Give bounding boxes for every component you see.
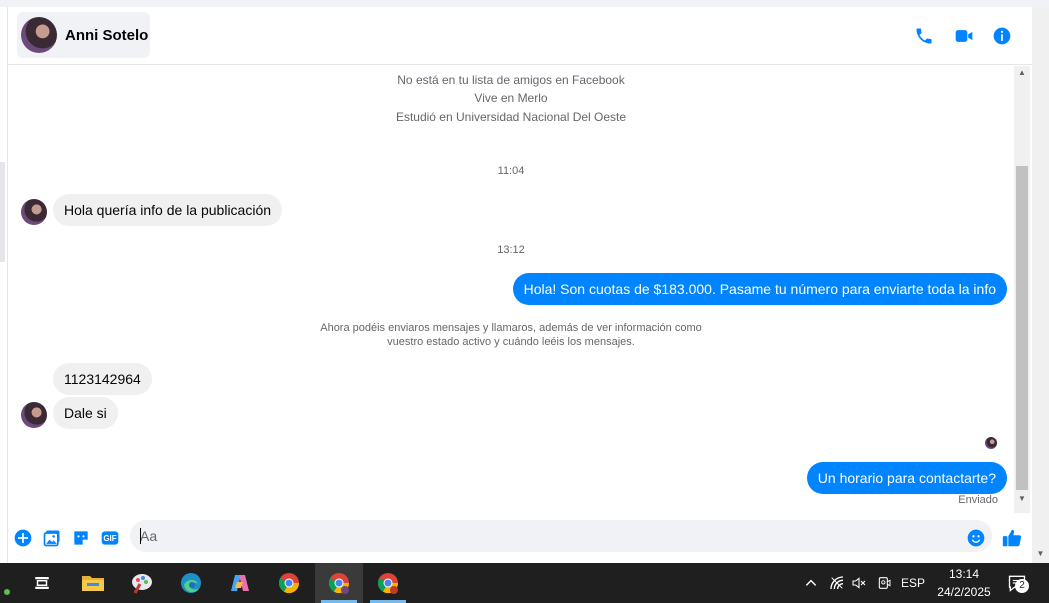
chrome-profile-1-icon[interactable]: [315, 563, 363, 603]
network-icon[interactable]: [826, 563, 848, 603]
video-call-icon[interactable]: [952, 24, 976, 48]
outgoing-message[interactable]: Hola! Son cuotas de $183.000. Pasame tu …: [512, 273, 1007, 305]
incoming-message[interactable]: Dale si: [53, 397, 118, 429]
sent-status: Enviado: [958, 494, 998, 506]
volume-muted-icon[interactable]: [848, 563, 870, 603]
paint-icon[interactable]: [118, 563, 166, 603]
copilot-icon[interactable]: [216, 563, 264, 603]
chrome-icon[interactable]: [265, 563, 313, 603]
chat-scrollbar[interactable]: ▲ ▼: [1014, 66, 1030, 513]
profile-info-education: Estudió en Universidad Nacional Del Oest…: [395, 110, 627, 124]
read-receipt-avatar: [985, 437, 997, 449]
chat-header: Anni Sotelo: [8, 7, 1032, 65]
contact-profile-button[interactable]: Anni Sotelo: [17, 12, 150, 58]
profile-info-friend-status: No está en tu lista de amigos en Faceboo…: [397, 73, 625, 87]
left-window-edge: [0, 7, 8, 563]
incoming-message[interactable]: Hola quería info de la publicación: [53, 194, 283, 226]
text-caret: [140, 528, 141, 544]
gif-label: GIF: [103, 533, 117, 543]
message-input-wrapper[interactable]: [130, 520, 992, 552]
scroll-up-arrow-icon[interactable]: ▲: [1014, 66, 1030, 80]
emoji-icon[interactable]: [965, 527, 987, 549]
timestamp: 11:04: [497, 165, 525, 177]
incoming-message[interactable]: 1123142964: [53, 363, 152, 395]
message-composer: GIF: [8, 513, 1032, 563]
outgoing-message[interactable]: Un horario para contactarte?: [806, 462, 1007, 494]
plus-icon[interactable]: [12, 527, 34, 549]
message-input[interactable]: [130, 520, 930, 552]
sender-avatar[interactable]: [21, 199, 47, 225]
sender-avatar[interactable]: [21, 402, 47, 428]
timestamp: 13:12: [497, 244, 525, 256]
info-icon[interactable]: [990, 24, 1014, 48]
status-dot: [4, 589, 10, 595]
sticker-icon[interactable]: [70, 527, 92, 549]
notification-count-badge: 2: [1015, 579, 1029, 593]
language-indicator[interactable]: ESP: [898, 563, 928, 603]
meet-now-icon[interactable]: [873, 563, 895, 603]
window-scrollbar[interactable]: ▼: [1032, 7, 1049, 563]
taskbar-clock[interactable]: 13:14 24/2/2025: [930, 565, 998, 601]
scroll-down-arrow-icon[interactable]: ▼: [1014, 492, 1030, 506]
left-edge-mark: [0, 162, 5, 262]
notification-center-icon[interactable]: 2: [1003, 563, 1031, 603]
scrollbar-thumb[interactable]: [1016, 166, 1028, 490]
chrome-profile-2-icon[interactable]: [364, 563, 412, 603]
photo-icon[interactable]: [41, 527, 63, 549]
system-notice-line-2: vuestro estado activo y cuándo leéis los…: [387, 336, 635, 348]
phone-icon[interactable]: [912, 24, 936, 48]
file-explorer-icon[interactable]: [69, 563, 117, 603]
contact-name[interactable]: Anni Sotelo: [65, 27, 148, 44]
task-view-icon[interactable]: [18, 563, 66, 603]
message-thread[interactable]: No está en tu lista de amigos en Faceboo…: [8, 66, 1014, 513]
profile-info-location: Vive en Merlo: [474, 91, 548, 105]
window-scroll-down-icon[interactable]: ▼: [1032, 549, 1049, 558]
clock-date: 24/2/2025: [937, 585, 991, 599]
windows-taskbar: ESP 13:14 24/2/2025 2: [0, 563, 1049, 603]
gif-button[interactable]: GIF: [99, 527, 121, 549]
show-hidden-icons-chevron-icon[interactable]: [800, 563, 822, 603]
window-top-strip: [0, 0, 1049, 7]
edge-browser-icon[interactable]: [167, 563, 215, 603]
system-notice-line-1: Ahora podéis enviaros mensajes y llamaro…: [320, 322, 702, 334]
like-icon[interactable]: [1001, 527, 1023, 549]
avatar[interactable]: [21, 17, 57, 53]
clock-time: 13:14: [948, 567, 980, 581]
